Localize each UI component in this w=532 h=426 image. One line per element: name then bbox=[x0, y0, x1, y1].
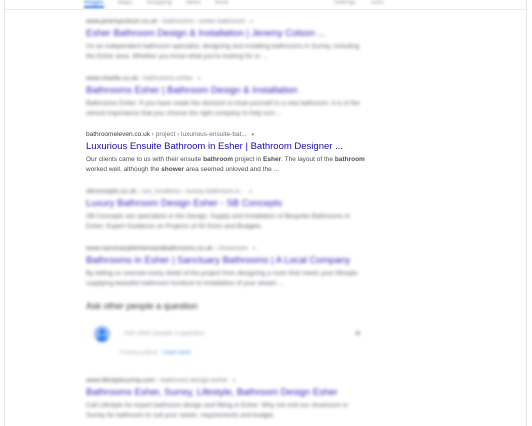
snippet-text: project in bbox=[233, 156, 264, 163]
search-result-focused: bathroomeleven.co.uk › project › luxurio… bbox=[86, 131, 366, 175]
chevron-down-icon[interactable]: ▾ bbox=[253, 246, 256, 252]
result-snippet: SB Concepts are specialists in the Desig… bbox=[86, 213, 351, 230]
tab-images[interactable]: Images bbox=[84, 0, 104, 8]
cite-path: › bathrooms-esher bbox=[139, 75, 193, 82]
chevron-down-icon[interactable]: ▾ bbox=[250, 19, 253, 25]
result-cite: www.sanctuarykitchensandbathrooms.co.uk … bbox=[86, 245, 366, 252]
cite-domain: bathroomeleven.co.uk bbox=[86, 131, 150, 138]
cite-path: › project › luxurious-ensuite-bat... bbox=[151, 131, 247, 138]
result-snippet: By letting us oversee every detail of th… bbox=[86, 270, 358, 287]
result-snippet: I'm an independent bathroom specialist, … bbox=[86, 43, 360, 60]
cite-domain: www.sanctuarykitchensandbathrooms.co.uk bbox=[86, 245, 213, 252]
ask-heading: Ask other people a question bbox=[86, 301, 198, 311]
search-result: sbconcepts.co.uk › our_locations › luxur… bbox=[86, 188, 366, 232]
search-result: www.lifestylesurrey.com › bathroom-desig… bbox=[86, 377, 366, 421]
cite-domain: www.charlie.co.uk bbox=[86, 75, 139, 82]
result-snippet: Our clients came to us with their ensuit… bbox=[86, 155, 366, 175]
cite-path: › bathrooms › esher-bathroom bbox=[158, 18, 246, 25]
cite-path: › our_locations › luxury-bathroom-e... bbox=[138, 188, 245, 195]
snippet-emphasis: Esher bbox=[263, 156, 282, 163]
result-title-link[interactable]: Bathrooms in Esher | Sanctuary Bathrooms… bbox=[86, 255, 366, 266]
result-cite: www.lifestylesurrey.com › bathroom-desig… bbox=[86, 377, 366, 384]
learn-more-link[interactable]: Learn more bbox=[163, 350, 191, 356]
result-snippet: Bathrooms Esher. If you have made the de… bbox=[86, 100, 360, 117]
chevron-down-icon[interactable]: ▾ bbox=[233, 378, 236, 384]
result-title-link[interactable]: Bathrooms Esher, Surrey, Lifestyle, Bath… bbox=[86, 387, 366, 398]
tab-shopping[interactable]: Shopping bbox=[146, 0, 171, 8]
result-title-link[interactable]: Esher Bathroom Design & Installation | J… bbox=[86, 28, 366, 39]
cite-domain: sbconcepts.co.uk bbox=[86, 188, 137, 195]
ask-question-input[interactable]: Ask other people a question bbox=[124, 330, 205, 337]
chevron-down-icon[interactable]: ▾ bbox=[198, 76, 201, 82]
search-result: www.jeremycolson.co.uk › bathrooms › esh… bbox=[86, 18, 366, 62]
snippet-text: . The layout of the bbox=[281, 156, 335, 163]
avatar bbox=[94, 326, 110, 342]
tools-link[interactable]: Tools bbox=[370, 0, 384, 6]
ask-footer-text: Posting publicly bbox=[120, 350, 159, 356]
result-cite: www.charlie.co.uk › bathrooms-esher ▾ bbox=[86, 75, 366, 82]
ask-footer: Posting publicly Learn more bbox=[120, 350, 191, 356]
snippet-emphasis: shower bbox=[161, 166, 184, 173]
settings-link[interactable]: Settings bbox=[334, 0, 356, 6]
chevron-down-icon[interactable]: ▾ bbox=[249, 189, 252, 195]
search-result: www.sanctuarykitchensandbathrooms.co.uk … bbox=[86, 245, 366, 289]
snippet-text: worked well, although the bbox=[86, 166, 162, 173]
snippet-emphasis: bathroom bbox=[203, 156, 234, 163]
ask-question-box: Ask other people a question ▶ Posting pu… bbox=[86, 318, 370, 366]
result-title-link[interactable]: Luxurious Ensuite Bathroom in Esher | Ba… bbox=[86, 141, 366, 152]
tab-maps[interactable]: Maps bbox=[118, 0, 133, 8]
snippet-text: area seemed unloved and the ... bbox=[183, 166, 279, 173]
nav-divider bbox=[4, 9, 527, 10]
cite-path: › showroom bbox=[214, 245, 249, 252]
result-title-link[interactable]: Luxury Bathroom Design Esher - SB Concep… bbox=[86, 198, 366, 209]
cite-domain: www.jeremycolson.co.uk bbox=[86, 18, 158, 25]
result-cite: sbconcepts.co.uk › our_locations › luxur… bbox=[86, 188, 366, 195]
search-tabs: Images Maps Shopping News More Settings … bbox=[84, 0, 414, 8]
cite-domain: www.lifestylesurrey.com bbox=[86, 377, 155, 384]
chevron-down-icon[interactable]: ▾ bbox=[252, 132, 255, 138]
tab-news[interactable]: News bbox=[186, 0, 201, 8]
send-icon[interactable]: ▶ bbox=[356, 329, 361, 337]
search-result: www.charlie.co.uk › bathrooms-esher ▾ Ba… bbox=[86, 75, 366, 119]
snippet-emphasis: bathroom bbox=[334, 156, 365, 163]
snippet-text: Our clients came to us with their ensuit… bbox=[86, 156, 204, 163]
result-title-link[interactable]: Bathrooms Esher | Bathroom Design & Inst… bbox=[86, 85, 366, 96]
result-snippet: Call Lifestyle for expert bathroom desig… bbox=[86, 402, 348, 419]
result-cite: www.jeremycolson.co.uk › bathrooms › esh… bbox=[86, 18, 366, 25]
tab-more[interactable]: More bbox=[215, 0, 229, 8]
result-cite: bathroomeleven.co.uk › project › luxurio… bbox=[86, 131, 366, 138]
cite-path: › bathroom-design-esher bbox=[156, 377, 228, 384]
